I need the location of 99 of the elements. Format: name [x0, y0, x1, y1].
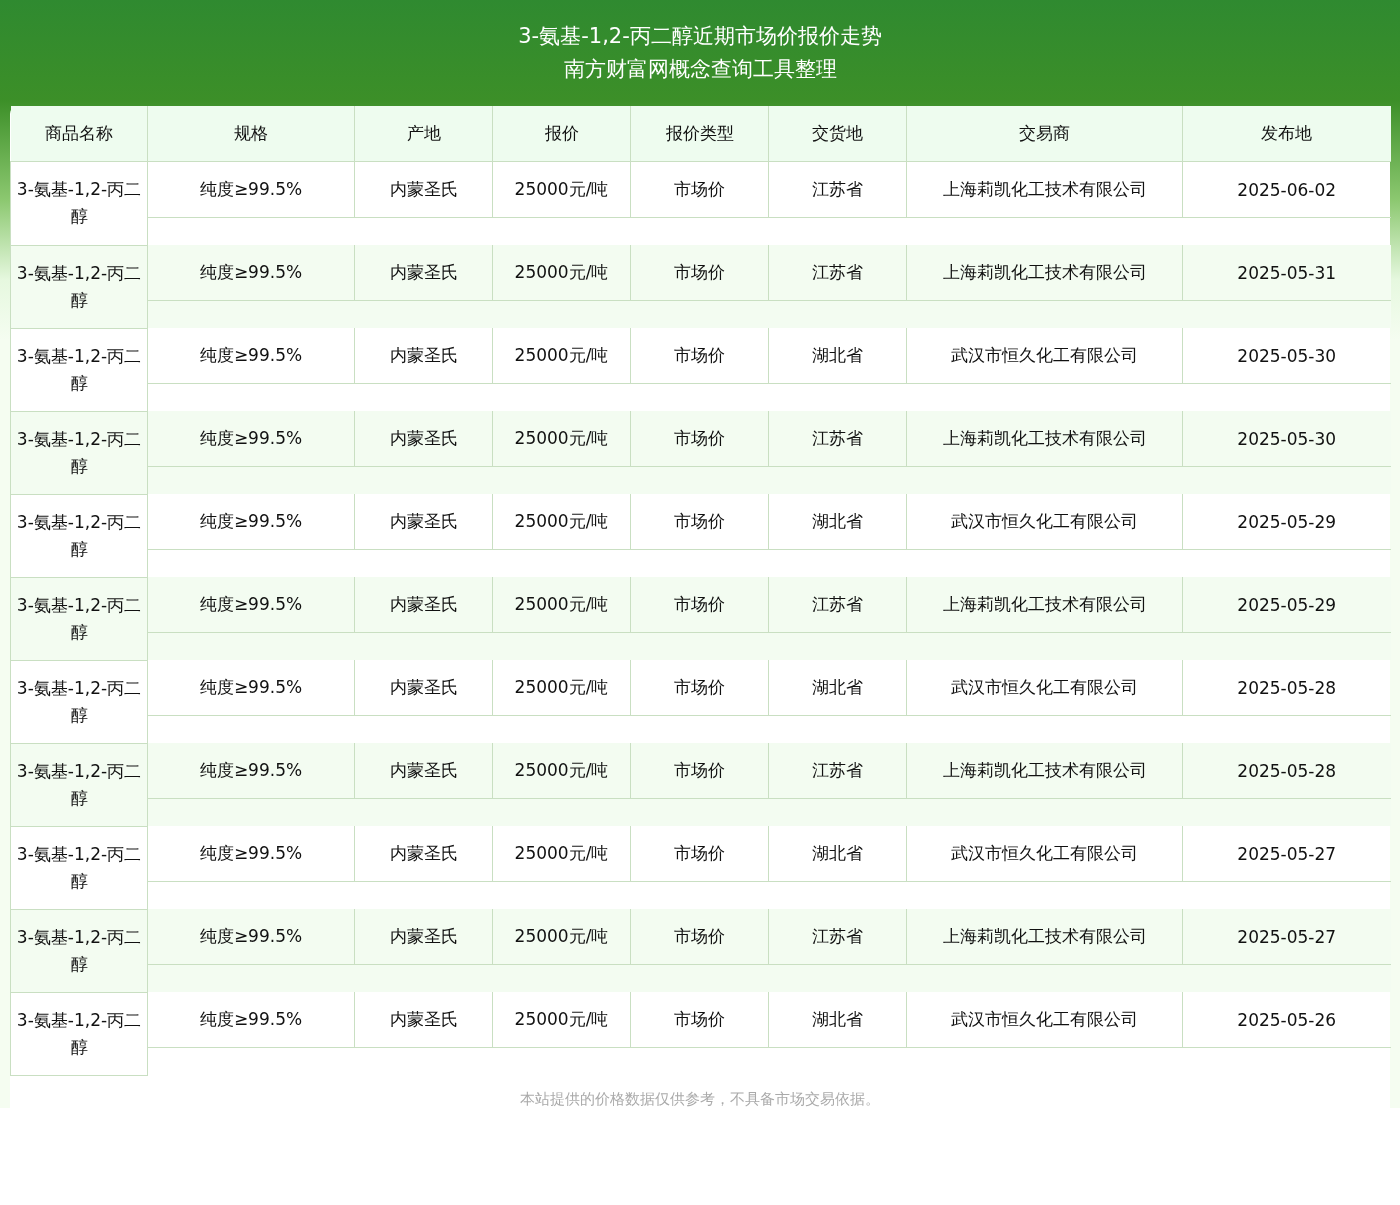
table-cell: 纯度≥99.5%	[147, 992, 355, 1048]
table-cell: 上海莉凯化工技术有限公司	[906, 161, 1183, 218]
table-cell: 2025-05-31	[1182, 245, 1391, 301]
table-cell: 25000元/吨	[492, 909, 631, 965]
table-cell: 25000元/吨	[492, 411, 631, 467]
table-cell: 2025-05-30	[1182, 411, 1391, 467]
table-cell: 内蒙圣氏	[354, 245, 493, 301]
table-cell: 内蒙圣氏	[354, 577, 493, 633]
table-cell: 上海莉凯化工技术有限公司	[906, 245, 1183, 301]
table-cell: 3-氨基-1,2-丙二醇	[10, 660, 148, 743]
table-cell: 江苏省	[768, 909, 907, 965]
table-cell: 2025-05-26	[1182, 992, 1391, 1048]
table-cell: 市场价	[630, 411, 769, 467]
table-cell: 3-氨基-1,2-丙二醇	[10, 494, 148, 577]
table-cell: 市场价	[630, 909, 769, 965]
table-cell: 纯度≥99.5%	[147, 743, 355, 799]
table-cell: 内蒙圣氏	[354, 660, 493, 716]
column-header: 商品名称	[10, 106, 148, 162]
table-cell: 3-氨基-1,2-丙二醇	[10, 909, 148, 992]
table-cell: 江苏省	[768, 245, 907, 301]
table-cell: 3-氨基-1,2-丙二醇	[10, 826, 148, 909]
table-cell: 25000元/吨	[492, 660, 631, 716]
table-cell: 内蒙圣氏	[354, 743, 493, 799]
table-cell: 湖北省	[768, 328, 907, 384]
table-cell: 纯度≥99.5%	[147, 826, 355, 882]
table-cell: 纯度≥99.5%	[147, 494, 355, 550]
table-cell: 内蒙圣氏	[354, 411, 493, 467]
table-cell: 内蒙圣氏	[354, 909, 493, 965]
table-cell: 纯度≥99.5%	[147, 328, 355, 384]
table-cell: 纯度≥99.5%	[147, 245, 355, 301]
page-title: 3-氨基-1,2-丙二醇近期市场价报价走势	[518, 23, 882, 50]
table-cell: 2025-06-02	[1182, 161, 1391, 218]
table-cell: 内蒙圣氏	[354, 494, 493, 550]
table-cell: 内蒙圣氏	[354, 328, 493, 384]
table-cell: 3-氨基-1,2-丙二醇	[10, 161, 148, 245]
table-cell: 2025-05-29	[1182, 577, 1391, 633]
column-header: 报价	[492, 106, 631, 162]
table-cell: 武汉市恒久化工有限公司	[906, 328, 1183, 384]
table-cell: 武汉市恒久化工有限公司	[906, 992, 1183, 1048]
table-cell: 市场价	[630, 992, 769, 1048]
table-cell: 市场价	[630, 328, 769, 384]
table-cell: 市场价	[630, 577, 769, 633]
table-cell: 武汉市恒久化工有限公司	[906, 826, 1183, 882]
table-cell: 3-氨基-1,2-丙二醇	[10, 577, 148, 660]
table-cell: 湖北省	[768, 826, 907, 882]
table-cell: 纯度≥99.5%	[147, 660, 355, 716]
page-subtitle: 南方财富网概念查询工具整理	[563, 56, 837, 83]
table-cell: 上海莉凯化工技术有限公司	[906, 411, 1183, 467]
table-cell: 2025-05-29	[1182, 494, 1391, 550]
table-cell: 3-氨基-1,2-丙二醇	[10, 743, 148, 826]
table-cell: 上海莉凯化工技术有限公司	[906, 909, 1183, 965]
table-cell: 湖北省	[768, 660, 907, 716]
table-cell: 25000元/吨	[492, 245, 631, 301]
table-cell: 市场价	[630, 826, 769, 882]
table-cell: 市场价	[630, 494, 769, 550]
disclaimer-text: 本站提供的价格数据仅供参考，不具备市场交易依据。	[519, 1088, 881, 1110]
table-cell: 湖北省	[768, 494, 907, 550]
table-cell: 市场价	[630, 660, 769, 716]
column-header: 产地	[354, 106, 493, 162]
table-cell: 2025-05-28	[1182, 743, 1391, 799]
table-cell: 纯度≥99.5%	[147, 577, 355, 633]
table-cell: 市场价	[630, 161, 769, 218]
table-cell: 纯度≥99.5%	[147, 909, 355, 965]
table-cell: 市场价	[630, 245, 769, 301]
table-cell: 3-氨基-1,2-丙二醇	[10, 411, 148, 494]
table-cell: 武汉市恒久化工有限公司	[906, 660, 1183, 716]
table-cell: 2025-05-28	[1182, 660, 1391, 716]
table-cell: 江苏省	[768, 743, 907, 799]
table-cell: 江苏省	[768, 577, 907, 633]
column-header: 交货地	[768, 106, 907, 162]
table-cell: 湖北省	[768, 992, 907, 1048]
table-cell: 内蒙圣氏	[354, 992, 493, 1048]
table-cell: 武汉市恒久化工有限公司	[906, 494, 1183, 550]
table-cell: 上海莉凯化工技术有限公司	[906, 577, 1183, 633]
table-cell: 25000元/吨	[492, 577, 631, 633]
table-cell: 纯度≥99.5%	[147, 411, 355, 467]
table-cell: 纯度≥99.5%	[147, 161, 355, 218]
table-cell: 3-氨基-1,2-丙二醇	[10, 328, 148, 411]
table-cell: 25000元/吨	[492, 161, 631, 218]
table-cell: 25000元/吨	[492, 826, 631, 882]
table-cell: 上海莉凯化工技术有限公司	[906, 743, 1183, 799]
table-cell: 江苏省	[768, 161, 907, 218]
table-cell: 25000元/吨	[492, 328, 631, 384]
table-cell: 市场价	[630, 743, 769, 799]
table-cell: 2025-05-27	[1182, 826, 1391, 882]
table-cell: 25000元/吨	[492, 743, 631, 799]
table-cell: 内蒙圣氏	[354, 161, 493, 218]
column-header: 规格	[147, 106, 355, 162]
column-header: 交易商	[906, 106, 1183, 162]
table-cell: 3-氨基-1,2-丙二醇	[10, 992, 148, 1075]
table-cell: 江苏省	[768, 411, 907, 467]
table-cell: 25000元/吨	[492, 494, 631, 550]
table-cell: 3-氨基-1,2-丙二醇	[10, 245, 148, 328]
column-header: 发布地	[1182, 106, 1391, 162]
table-cell: 25000元/吨	[492, 992, 631, 1048]
table-cell: 2025-05-30	[1182, 328, 1391, 384]
table-cell: 内蒙圣氏	[354, 826, 493, 882]
column-header: 报价类型	[630, 106, 769, 162]
table-cell: 2025-05-27	[1182, 909, 1391, 965]
